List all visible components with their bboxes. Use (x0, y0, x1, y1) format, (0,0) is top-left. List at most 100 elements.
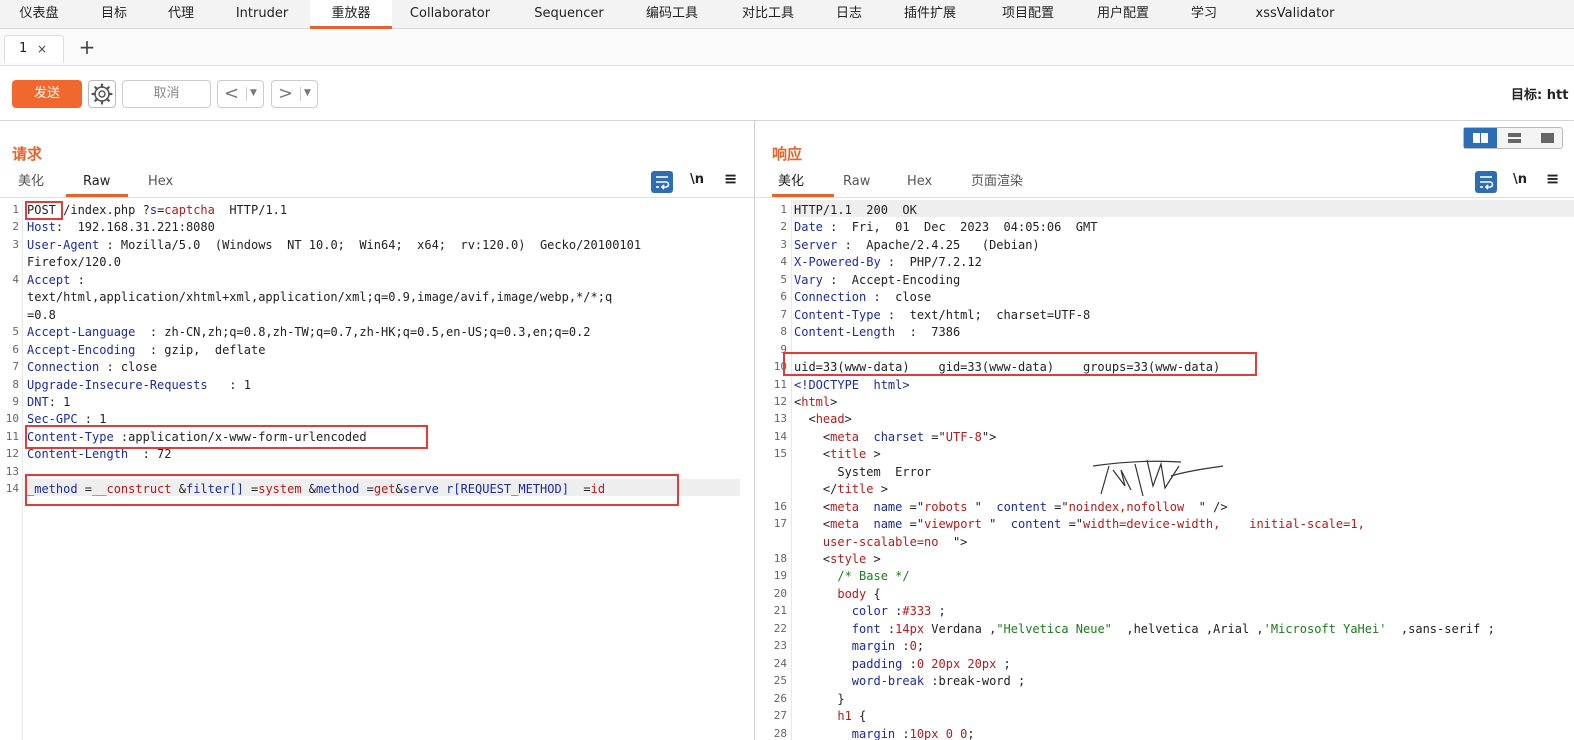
code-token: : (880, 621, 896, 636)
history-back-button[interactable]: < ▼ (217, 80, 264, 108)
history-forward-button[interactable]: > ▼ (271, 80, 318, 108)
send-button[interactable]: 发送 (12, 80, 82, 108)
code-token: > (866, 552, 881, 566)
line-number: 28 (773, 726, 787, 740)
divider (300, 87, 301, 101)
nav-tab[interactable]: 日志 (822, 0, 876, 29)
nav-tab[interactable]: Collaborator (394, 0, 506, 29)
code-token: word-break (851, 674, 925, 689)
code-token: Vary (794, 272, 823, 287)
cancel-button[interactable]: 取消 (122, 80, 211, 108)
nav-tab[interactable]: Sequencer (520, 0, 618, 29)
line-number: 15 (773, 447, 787, 461)
nav-tab[interactable]: 项目配置 (986, 0, 1070, 29)
newline-toggle[interactable]: \n (690, 172, 704, 187)
target-label[interactable]: 目标: htt (1511, 84, 1568, 103)
code-token: :break-word ; (924, 674, 1026, 689)
nav-tab[interactable]: Intruder (222, 0, 302, 29)
line-number: 19 (773, 569, 787, 583)
code-line: Vary : Accept-Encoding (794, 272, 960, 289)
word-wrap-button[interactable] (1475, 171, 1497, 193)
code-line: Connection : close (794, 289, 931, 306)
code-line: color :#333 ; (794, 603, 946, 620)
line-number: 23 (773, 639, 787, 653)
code-token: name (859, 499, 903, 514)
code-line: <head> (794, 411, 852, 428)
code-token: /* Base */ (794, 569, 910, 584)
request-editor[interactable]: 1 POST /index.php ?s=captcha HTTP/1.1 2 Hos… (0, 200, 754, 740)
line-number: 6 (12, 342, 19, 356)
settings-button[interactable] (88, 80, 116, 108)
newline-toggle[interactable]: \n (1513, 172, 1527, 187)
code-line: Content-Type : text/html; charset=UTF-8 (794, 307, 1090, 324)
code-token: charset (859, 429, 925, 444)
nav-tab[interactable]: 对比工具 (727, 0, 809, 29)
nav-tab[interactable]: 目标 (88, 0, 140, 29)
line-number: 8 (12, 377, 19, 391)
code-token: : (887, 604, 903, 619)
code-token: HTTP/1.1 (214, 203, 288, 217)
code-line: word-break :break-word ; (794, 673, 1025, 690)
annotation-box (25, 474, 679, 506)
code-token: Firefox/120.0 (27, 255, 121, 270)
tab-raw[interactable]: Raw (843, 171, 870, 197)
chevron-right-icon: > (278, 83, 294, 104)
add-tab-button[interactable]: + (76, 35, 98, 61)
nav-tab[interactable]: xssValidator (1245, 0, 1345, 29)
repeater-tab-1[interactable]: 1 × (4, 35, 64, 63)
repeater-tabs-bar: 1 × + (0, 29, 1574, 66)
code-token: name (859, 517, 903, 532)
annotation-box (25, 425, 428, 449)
tab-pretty[interactable]: 美化 (772, 171, 834, 197)
code-token: font (851, 621, 881, 636)
code-token: : (895, 726, 910, 740)
code-token: > (844, 412, 852, 427)
tab-render[interactable]: 页面渲染 (971, 171, 1023, 197)
code-token: viewport (924, 517, 982, 532)
code-token: color (851, 604, 888, 619)
code-token: : 72 (128, 447, 172, 462)
tab-hex[interactable]: Hex (907, 171, 932, 197)
code-line: Accept : (27, 272, 85, 289)
code-line: Server : Apache/2.4.25 (Debian) (794, 237, 1040, 254)
nav-tab[interactable]: 仪表盘 (5, 0, 73, 29)
nav-tab[interactable]: 代理 (153, 0, 209, 29)
nav-tab[interactable]: 重放器 (310, 0, 392, 29)
layout-toggle (1463, 127, 1563, 149)
line-number: 27 (773, 709, 787, 723)
code-token: user-scalable=no (822, 534, 939, 549)
layout-stacked-button[interactable] (1498, 128, 1531, 148)
line-number: 5 (12, 325, 19, 339)
tab-raw[interactable]: Raw (66, 171, 128, 197)
divider (246, 87, 247, 101)
code-token: 0 (909, 639, 917, 654)
code-line: Accept-Encoding : gzip, deflate (27, 342, 265, 359)
nav-tab[interactable]: 插件扩展 (888, 0, 972, 29)
code-token: </ (794, 482, 838, 497)
layout-tabs-button[interactable] (1531, 128, 1564, 148)
line-number: 3 (780, 237, 787, 251)
divider (756, 197, 1574, 198)
word-wrap-button[interactable] (651, 171, 673, 193)
line-number: 12 (773, 394, 787, 408)
repeater-toolbar: 发送 取消 < ▼ > ▼ 目标: htt (0, 66, 1574, 121)
code-line: <html> (794, 394, 837, 411)
chevron-down-icon[interactable]: ▼ (304, 88, 311, 98)
code-token: Server (794, 237, 838, 252)
menu-icon[interactable]: ≡ (724, 169, 737, 188)
code-token: : 192.168.31.221:8080 (55, 220, 215, 235)
repeater-tab-label: 1 (19, 41, 28, 56)
layout-side-by-side-button[interactable] (1464, 128, 1497, 148)
code-token: < (794, 447, 831, 462)
chevron-down-icon[interactable]: ▼ (250, 88, 257, 98)
nav-tab[interactable]: 编码工具 (630, 0, 714, 29)
nav-tab[interactable]: 学习 (1176, 0, 1232, 29)
menu-icon[interactable]: ≡ (1546, 169, 1559, 188)
tab-pretty[interactable]: 美化 (18, 171, 44, 197)
code-token: > (830, 394, 838, 409)
close-icon[interactable]: × (37, 36, 47, 62)
nav-tab[interactable]: 用户配置 (1082, 0, 1164, 29)
tab-hex[interactable]: Hex (148, 171, 173, 197)
code-token: Accept-Language (27, 325, 136, 340)
code-line: font :14px Verdana ,"Helvetica Neue" ,he… (794, 621, 1495, 638)
